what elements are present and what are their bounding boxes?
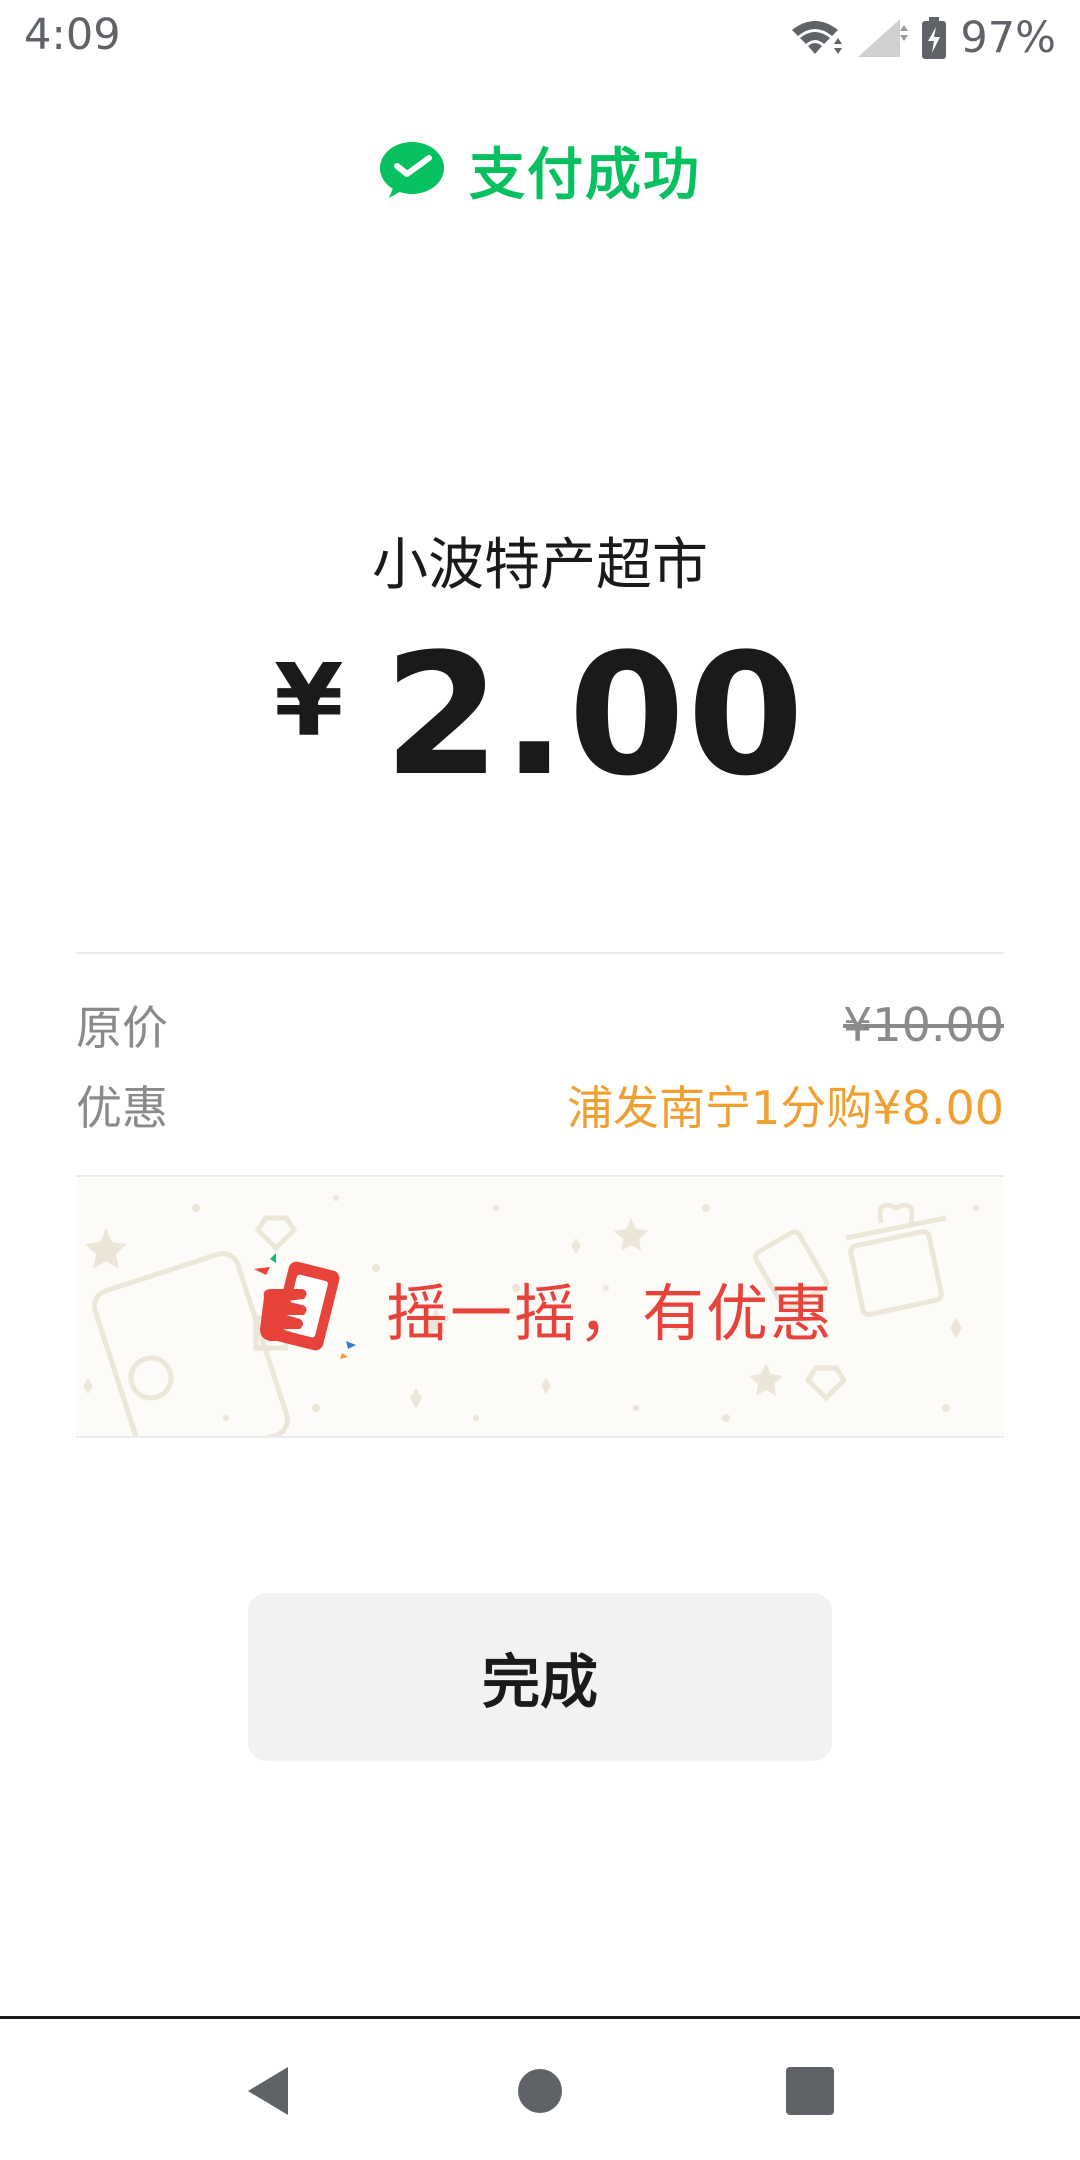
- recents-icon[interactable]: [778, 2059, 842, 2123]
- back-icon[interactable]: [238, 2059, 302, 2123]
- shake-promo-text: 摇一摇，有优惠: [385, 1277, 834, 1350]
- payment-success-screen: 4:09 97% 支付成功 小波特产超市 ¥ 2.00 原价 ¥10.00 优惠…: [0, 0, 1080, 2160]
- payment-amount: 2.00: [383, 617, 807, 813]
- original-price-value: ¥10.00: [843, 998, 1004, 1052]
- signal-icon: [858, 18, 909, 57]
- home-icon[interactable]: [508, 2059, 572, 2123]
- discount-value: 浦发南宁1分购¥8.00: [567, 1081, 1004, 1135]
- wechat-pay-icon: [380, 142, 444, 198]
- navigation-bar: [0, 2016, 1080, 2160]
- shake-phone-icon: [253, 1253, 356, 1359]
- status-icons: 97%: [788, 10, 1056, 65]
- merchant-name: 小波特产超市: [372, 533, 708, 598]
- banner-content: 摇一摇，有优惠: [76, 1178, 1004, 1438]
- battery-percent: 97%: [960, 12, 1056, 63]
- shake-promo-banner[interactable]: 摇一摇，有优惠: [76, 1178, 1004, 1438]
- status-time: 4:09: [24, 10, 121, 60]
- currency-symbol: ¥: [273, 641, 344, 759]
- success-header: 支付成功: [0, 130, 1080, 210]
- status-bar: 4:09 97%: [0, 0, 1080, 75]
- done-button[interactable]: 完成: [248, 1593, 832, 1761]
- payment-success-title: 支付成功: [469, 142, 701, 208]
- original-price-row: 原价 ¥10.00: [76, 993, 1004, 1057]
- discount-row: 优惠 浦发南宁1分购¥8.00: [76, 1073, 1004, 1137]
- divider: [76, 952, 1004, 954]
- discount-label: 优惠: [76, 1081, 168, 1135]
- original-price-label: 原价: [76, 1001, 168, 1055]
- divider: [76, 1175, 1004, 1177]
- divider: [76, 1436, 1004, 1438]
- wifi-icon: [792, 20, 843, 54]
- amount-row: ¥ 2.00: [0, 617, 1080, 813]
- battery-charging-icon: [922, 16, 947, 59]
